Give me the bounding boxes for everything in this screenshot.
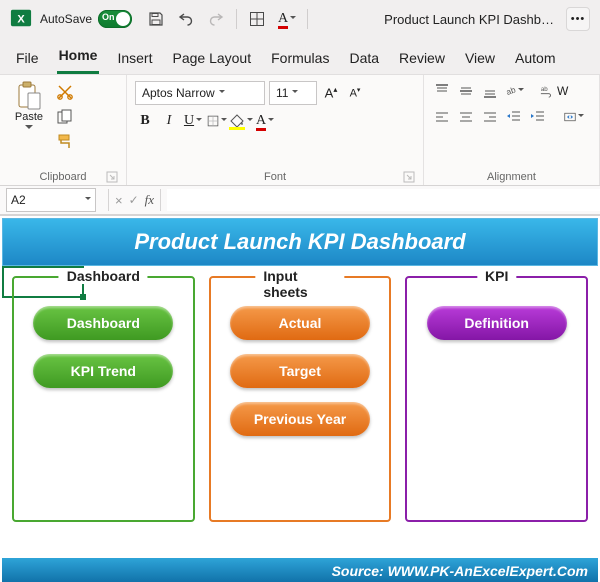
font-color-button[interactable]: A (255, 111, 275, 131)
merge-center-button[interactable] (564, 107, 584, 127)
insert-function-icon[interactable]: fx (145, 192, 154, 208)
undo-icon[interactable] (176, 9, 196, 29)
save-icon[interactable] (146, 9, 166, 29)
btn-dashboard[interactable]: Dashboard (33, 306, 173, 340)
borders-icon[interactable] (247, 9, 267, 29)
svg-text:ab: ab (505, 85, 516, 97)
clipboard-group-label: Clipboard (8, 169, 118, 183)
decrease-font-icon[interactable]: A▾ (345, 83, 365, 103)
btn-previous-year[interactable]: Previous Year (230, 402, 370, 436)
decrease-indent-icon[interactable] (504, 107, 524, 127)
autosave-toggle[interactable]: On (98, 10, 132, 28)
alignment-group-label: Alignment (432, 169, 591, 183)
align-middle-icon[interactable] (456, 81, 476, 101)
cancel-formula-icon[interactable]: × (115, 193, 123, 208)
chevron-down-icon (292, 90, 298, 96)
font-dialog-launcher-icon[interactable] (403, 171, 415, 183)
paste-label: Paste (15, 111, 43, 123)
font-group-label: Font (135, 169, 415, 183)
formula-input[interactable] (167, 189, 600, 211)
panel-input-title: Input sheets (255, 268, 344, 300)
fill-color-button[interactable] (231, 111, 251, 131)
chevron-down-icon (85, 197, 91, 203)
format-painter-icon[interactable] (56, 133, 74, 154)
btn-definition[interactable]: Definition (427, 306, 567, 340)
align-bottom-icon[interactable] (480, 81, 500, 101)
align-right-icon[interactable] (480, 107, 500, 127)
dashboard-banner: Product Launch KPI Dashboard (2, 218, 598, 266)
tab-home[interactable]: Home (57, 45, 100, 74)
align-left-icon[interactable] (432, 107, 452, 127)
worksheet[interactable]: Product Launch KPI Dashboard Dashboard D… (0, 215, 600, 582)
panel-input-sheets: Input sheets Actual Target Previous Year (209, 276, 392, 522)
increase-indent-icon[interactable] (528, 107, 548, 127)
bold-button[interactable]: B (135, 111, 155, 131)
enter-formula-icon[interactable]: ✓ (129, 193, 139, 207)
italic-button[interactable]: I (159, 111, 179, 131)
panel-dashboard-title: Dashboard (59, 268, 148, 284)
title-bar: X AutoSave On A Product Launch KPI Dashb… (0, 0, 600, 38)
panels-row: Dashboard Dashboard KPI Trend Input shee… (0, 266, 600, 526)
font-name-combo[interactable]: Aptos Narrow (135, 81, 265, 105)
ribbon-tabs: File Home Insert Page Layout Formulas Da… (0, 38, 600, 74)
tab-page-layout[interactable]: Page Layout (170, 48, 253, 74)
name-box[interactable]: A2 (6, 188, 96, 212)
tab-insert[interactable]: Insert (115, 48, 154, 74)
underline-button[interactable]: U (183, 111, 203, 131)
align-center-icon[interactable] (456, 107, 476, 127)
tab-review[interactable]: Review (397, 48, 447, 74)
cell-reference: A2 (11, 193, 26, 207)
tab-file[interactable]: File (14, 48, 41, 74)
increase-font-icon[interactable]: A▴ (321, 83, 341, 103)
panel-kpi: KPI Definition (405, 276, 588, 522)
ribbon: Paste Clipboard Aptos Narrow 11 (0, 74, 600, 186)
group-clipboard: Paste Clipboard (0, 75, 127, 185)
title-overflow-icon[interactable]: ••• (566, 7, 590, 31)
tab-data[interactable]: Data (347, 48, 381, 74)
autosave-label: AutoSave (40, 12, 92, 26)
btn-target[interactable]: Target (230, 354, 370, 388)
qat-separator-2 (307, 9, 308, 29)
btn-actual[interactable]: Actual (230, 306, 370, 340)
svg-text:ab: ab (541, 86, 548, 93)
font-size-value: 11 (276, 86, 288, 100)
group-font: Aptos Narrow 11 A▴ A▾ B I U A (127, 75, 424, 185)
font-size-combo[interactable]: 11 (269, 81, 317, 105)
redo-icon[interactable] (206, 9, 226, 29)
formula-bar: A2 × ✓ fx (0, 186, 600, 215)
cut-icon[interactable] (56, 83, 74, 104)
paste-dropdown-icon[interactable] (25, 123, 33, 133)
font-name-value: Aptos Narrow (142, 86, 215, 100)
qat-separator (236, 9, 237, 29)
clipboard-dialog-launcher-icon[interactable] (106, 171, 118, 183)
panel-dashboard: Dashboard Dashboard KPI Trend (12, 276, 195, 522)
autosave[interactable]: AutoSave On (40, 10, 132, 28)
tab-automate[interactable]: Autom (513, 48, 557, 74)
borders-button[interactable] (207, 111, 227, 131)
chevron-down-icon (219, 90, 225, 96)
footer-source: Source: WWW.PK-AnExcelExpert.Com (2, 558, 598, 582)
font-color-qat-icon[interactable]: A (277, 9, 297, 29)
tab-view[interactable]: View (463, 48, 497, 74)
copy-icon[interactable] (56, 108, 74, 129)
svg-text:X: X (17, 13, 25, 25)
panel-kpi-title: KPI (477, 268, 516, 284)
quick-access-toolbar: A (146, 9, 308, 29)
document-title: Product Launch KPI Dashb… (384, 12, 554, 27)
group-alignment: ab ab W Alignment (424, 75, 600, 185)
btn-kpi-trend[interactable]: KPI Trend (33, 354, 173, 388)
orientation-icon[interactable]: ab (504, 81, 524, 101)
wrap-text-button[interactable]: ab W (540, 84, 568, 98)
paste-button[interactable]: Paste (8, 81, 50, 133)
wrap-text-label: W (557, 84, 568, 98)
excel-icon: X (10, 7, 32, 32)
align-top-icon[interactable] (432, 81, 452, 101)
tab-formulas[interactable]: Formulas (269, 48, 331, 74)
